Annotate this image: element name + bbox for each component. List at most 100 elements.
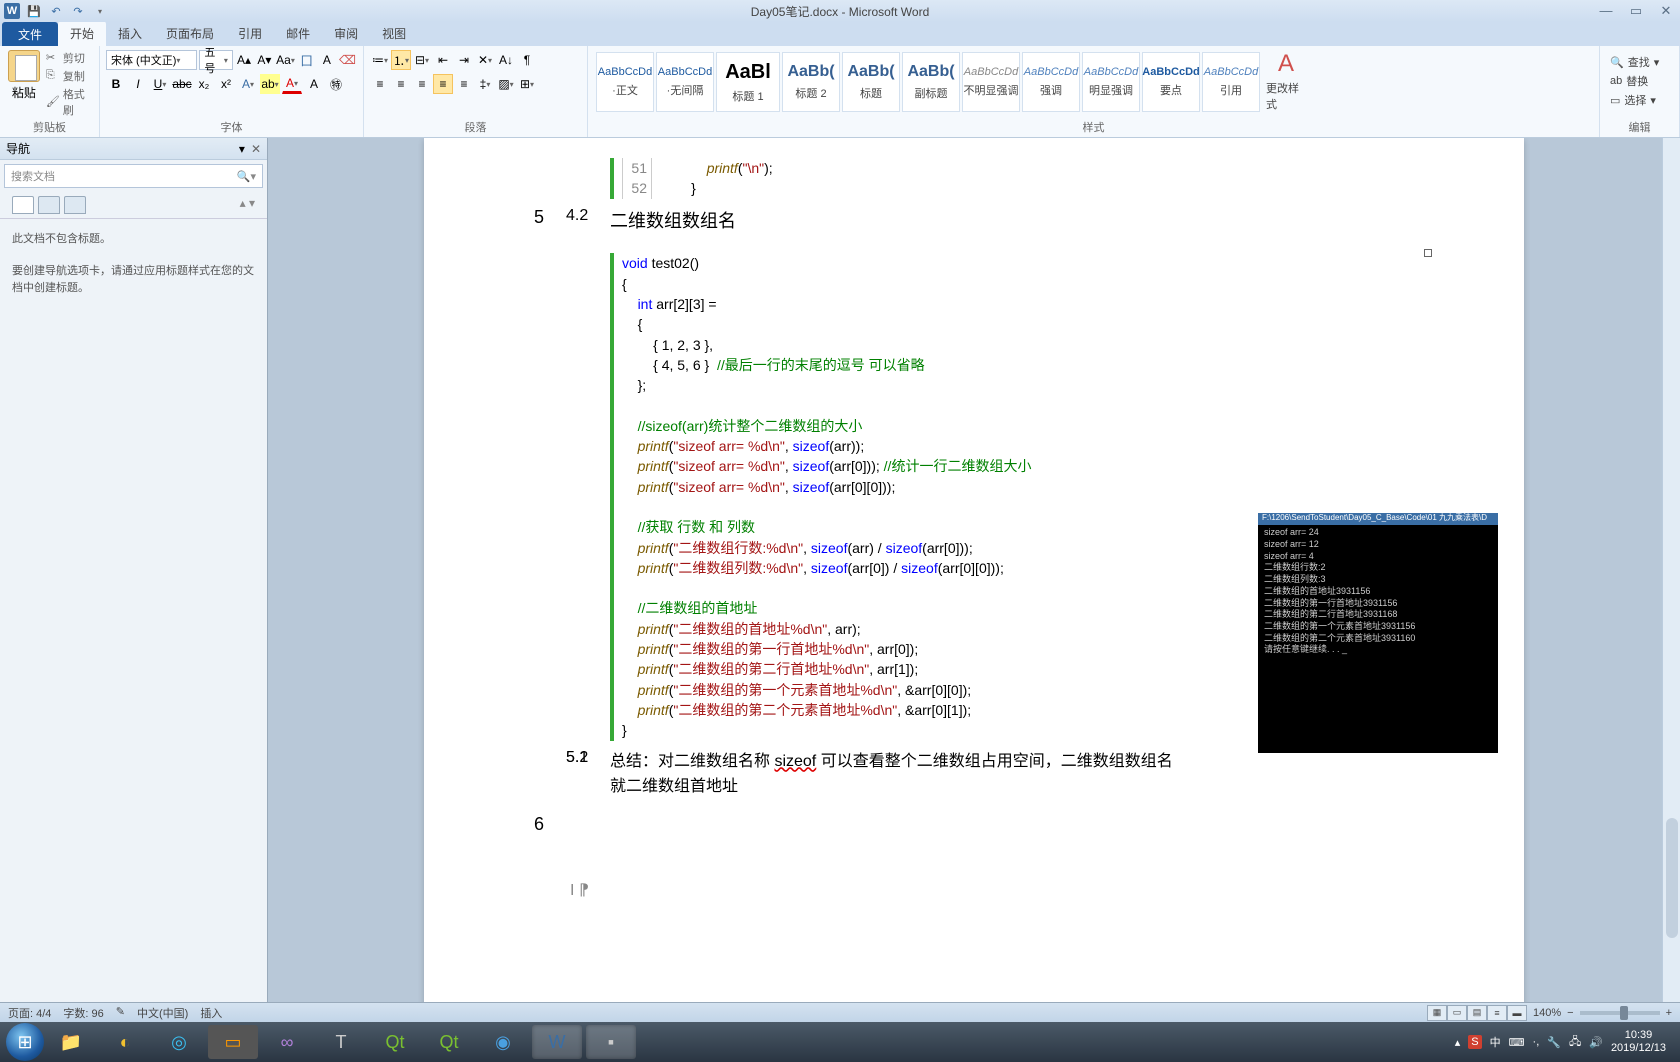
zoom-slider[interactable] bbox=[1580, 1011, 1660, 1015]
shrink-font-button[interactable]: A▾ bbox=[255, 50, 273, 70]
view-full-read[interactable]: ▭ bbox=[1447, 1005, 1467, 1021]
nav-search-input[interactable]: 搜索文档 🔍▾ bbox=[4, 164, 263, 188]
show-marks-button[interactable]: ¶ bbox=[517, 50, 537, 70]
superscript-button[interactable]: x² bbox=[216, 74, 236, 94]
underline-button[interactable]: U bbox=[150, 74, 170, 94]
task-browser[interactable]: ◉ bbox=[478, 1025, 528, 1059]
enclose-char-button[interactable]: ㊕ bbox=[326, 74, 346, 94]
document-page[interactable]: 51 printf("\n"); 52 } 4.2 5 二维数组数组名 void… bbox=[424, 138, 1524, 1002]
status-proof-icon[interactable]: ✎ bbox=[116, 1005, 125, 1021]
task-cmd[interactable]: ▪ bbox=[586, 1025, 636, 1059]
align-left-button[interactable]: ≡ bbox=[370, 74, 390, 94]
status-words[interactable]: 字数: 96 bbox=[63, 1005, 103, 1021]
zoom-out-button[interactable]: − bbox=[1567, 1007, 1573, 1019]
shading-button[interactable]: ▨ bbox=[496, 74, 516, 94]
grow-font-button[interactable]: A▴ bbox=[235, 50, 253, 70]
scrollbar-thumb[interactable] bbox=[1666, 818, 1678, 938]
copy-button[interactable]: ⎘复制 bbox=[46, 68, 93, 84]
text-effects-button[interactable]: A bbox=[238, 74, 258, 94]
nav-tab-results[interactable] bbox=[64, 196, 86, 214]
select-button[interactable]: ▭选择 ▾ bbox=[1610, 92, 1669, 108]
highlight-button[interactable]: ab bbox=[260, 74, 280, 94]
cut-button[interactable]: ✂剪切 bbox=[46, 50, 93, 66]
resize-handle-icon[interactable] bbox=[1424, 249, 1432, 257]
file-tab[interactable]: 文件 bbox=[2, 22, 58, 46]
minimize-button[interactable]: ― bbox=[1596, 3, 1616, 19]
borders-button[interactable]: ⊞ bbox=[517, 74, 537, 94]
status-mode[interactable]: 插入 bbox=[200, 1005, 222, 1021]
line-spacing-button[interactable]: ‡ bbox=[475, 74, 495, 94]
tab-home[interactable]: 开始 bbox=[58, 21, 106, 46]
tab-review[interactable]: 审阅 bbox=[322, 21, 370, 46]
tray-tool-icon[interactable]: 🔧 bbox=[1547, 1036, 1561, 1049]
multilevel-button[interactable]: ⊟ bbox=[412, 50, 432, 70]
change-case-button[interactable]: Aa bbox=[275, 50, 295, 70]
task-app1[interactable]: ◎ bbox=[154, 1025, 204, 1059]
task-word[interactable]: W bbox=[532, 1025, 582, 1059]
task-explorer[interactable]: 📁 bbox=[46, 1025, 96, 1059]
task-sublime[interactable]: ▭ bbox=[208, 1025, 258, 1059]
task-qt1[interactable]: Qt bbox=[370, 1025, 420, 1059]
font-size-combo[interactable]: 五号 bbox=[199, 50, 233, 70]
style-item-5[interactable]: AaBb(副标题 bbox=[902, 52, 960, 112]
format-painter-button[interactable]: 🖌格式刷 bbox=[46, 86, 93, 118]
qat-customize-icon[interactable] bbox=[92, 3, 108, 19]
undo-icon[interactable]: ↶ bbox=[48, 3, 64, 19]
align-right-button[interactable]: ≡ bbox=[412, 74, 432, 94]
redo-icon[interactable]: ↷ bbox=[70, 3, 86, 19]
nav-close-button[interactable]: ✕ bbox=[251, 142, 261, 156]
distribute-button[interactable]: ≡ bbox=[454, 74, 474, 94]
task-notepad[interactable]: T bbox=[316, 1025, 366, 1059]
tab-view[interactable]: 视图 bbox=[370, 21, 418, 46]
font-color-button[interactable]: A bbox=[282, 74, 302, 94]
subscript-button[interactable]: x₂ bbox=[194, 74, 214, 94]
sort-button[interactable]: A↓ bbox=[496, 50, 516, 70]
tab-insert[interactable]: 插入 bbox=[106, 21, 154, 46]
style-item-4[interactable]: AaBb(标题 bbox=[842, 52, 900, 112]
nav-dropdown-icon[interactable]: ▾ bbox=[239, 142, 245, 156]
char-shading-button[interactable]: A bbox=[304, 74, 324, 94]
strike-button[interactable]: abc bbox=[172, 74, 192, 94]
tab-references[interactable]: 引用 bbox=[226, 21, 274, 46]
view-draft[interactable]: ▬ bbox=[1507, 1005, 1527, 1021]
phonetic-button[interactable]: 囗 bbox=[297, 50, 315, 70]
view-outline[interactable]: ≡ bbox=[1487, 1005, 1507, 1021]
nav-tab-pages[interactable] bbox=[38, 196, 60, 214]
style-item-6[interactable]: AaBbCcDd不明显强调 bbox=[962, 52, 1020, 112]
status-page[interactable]: 页面: 4/4 bbox=[8, 1005, 51, 1021]
align-center-button[interactable]: ≡ bbox=[391, 74, 411, 94]
zoom-thumb[interactable] bbox=[1620, 1006, 1628, 1020]
style-item-7[interactable]: AaBbCcDd强调 bbox=[1022, 52, 1080, 112]
clear-format-button[interactable]: ⌫ bbox=[338, 50, 357, 70]
justify-button[interactable]: ≡ bbox=[433, 74, 453, 94]
find-button[interactable]: 🔍查找 ▾ bbox=[1610, 54, 1669, 70]
bullets-button[interactable]: ≔ bbox=[370, 50, 390, 70]
tab-layout[interactable]: 页面布局 bbox=[154, 21, 226, 46]
tray-keyboard-icon[interactable]: ⌨ bbox=[1509, 1036, 1525, 1049]
style-item-2[interactable]: AaBl标题 1 bbox=[716, 52, 780, 112]
start-button[interactable]: ⊞ bbox=[6, 1023, 44, 1061]
tray-clock[interactable]: 10:39 2019/12/13 bbox=[1611, 1029, 1674, 1055]
tray-volume-icon[interactable]: 🔊 bbox=[1589, 1036, 1603, 1049]
style-item-9[interactable]: AaBbCcDd要点 bbox=[1142, 52, 1200, 112]
tray-network-icon[interactable]: 🖧 bbox=[1569, 1033, 1581, 1052]
style-item-3[interactable]: AaBb(标题 2 bbox=[782, 52, 840, 112]
zoom-in-button[interactable]: + bbox=[1666, 1007, 1672, 1019]
restore-button[interactable]: ▭ bbox=[1626, 3, 1646, 19]
asian-layout-button[interactable]: ✕ bbox=[475, 50, 495, 70]
style-item-0[interactable]: AaBbCcDd·正文 bbox=[596, 52, 654, 112]
task-qt2[interactable]: Qt bbox=[424, 1025, 474, 1059]
view-web[interactable]: ▤ bbox=[1467, 1005, 1487, 1021]
tray-punct-icon[interactable]: ·, bbox=[1533, 1036, 1540, 1048]
replace-button[interactable]: ab替换 bbox=[1610, 73, 1669, 89]
document-scroll[interactable]: 51 printf("\n"); 52 } 4.2 5 二维数组数组名 void… bbox=[268, 138, 1680, 1002]
status-lang[interactable]: 中文(中国) bbox=[137, 1005, 188, 1021]
font-name-combo[interactable]: 宋体 (中文正) bbox=[106, 50, 197, 70]
view-print-layout[interactable]: ▦ bbox=[1427, 1005, 1447, 1021]
increase-indent-button[interactable]: ⇥ bbox=[454, 50, 474, 70]
nav-tab-headings[interactable] bbox=[12, 196, 34, 214]
bold-button[interactable]: B bbox=[106, 74, 126, 94]
tab-mailings[interactable]: 邮件 bbox=[274, 21, 322, 46]
tray-ime-icon[interactable]: 中 bbox=[1490, 1034, 1501, 1050]
char-border-button[interactable]: A bbox=[318, 50, 336, 70]
